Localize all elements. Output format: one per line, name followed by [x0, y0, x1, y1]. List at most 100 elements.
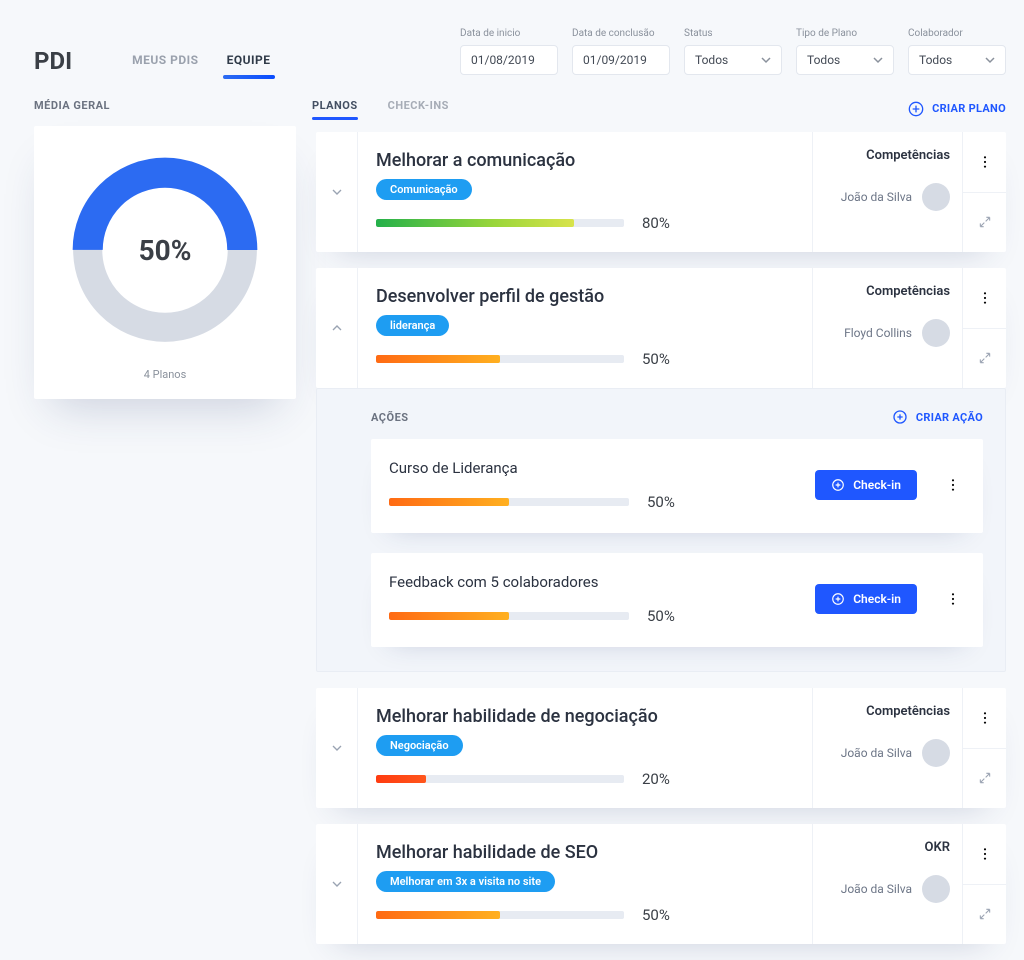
plan-card: Melhorar habilidade de negociação Negoci… — [316, 688, 1006, 808]
avatar — [922, 739, 950, 767]
avatar — [922, 183, 950, 211]
progress-pct: 50% — [642, 906, 670, 924]
filter-value: Todos — [919, 53, 952, 67]
filter-status: Status Todos — [684, 28, 782, 75]
progress-fill — [389, 612, 509, 620]
side-label: Competências — [866, 704, 950, 719]
progress-bar — [376, 775, 624, 783]
nav-tabs: MEUS PDIS EQUIPE — [132, 53, 270, 75]
progress-pct: 80% — [642, 214, 670, 232]
checkin-button[interactable]: Check-in — [815, 470, 917, 500]
plan-tag: Comunicação — [376, 179, 472, 200]
plan-card: Melhorar a comunicação Comunicação 80% C… — [316, 132, 1006, 252]
expand-button[interactable] — [963, 192, 1006, 253]
toggle-button[interactable] — [316, 688, 358, 808]
checkin-label: Check-in — [853, 592, 901, 606]
plan-tag: Melhorar em 3x a visita no site — [376, 871, 555, 892]
actions-panel: AÇÕES CRIAR AÇÃO Curso de Liderança 50% — [316, 388, 1006, 672]
filter-label: Colaborador — [908, 28, 1006, 39]
user-row: João da Silva — [841, 875, 950, 903]
end-date-input[interactable]: 01/09/2019 — [572, 45, 670, 75]
actions-heading: AÇÕES — [371, 411, 409, 424]
page-title: PDI — [34, 47, 72, 75]
user-name: João da Silva — [841, 882, 912, 896]
more-button[interactable] — [963, 132, 1006, 192]
status-select[interactable]: Todos — [684, 45, 782, 75]
filter-value: Todos — [807, 53, 840, 67]
donut-subtext: 4 Planos — [56, 368, 274, 381]
plan-title: Desenvolver perfil de gestão — [376, 286, 794, 307]
chevron-down-icon — [985, 55, 995, 65]
filter-end-date: Data de conclusão 01/09/2019 — [572, 28, 670, 75]
user-name: João da Silva — [841, 190, 912, 204]
tab-meus-pdis[interactable]: MEUS PDIS — [132, 53, 198, 75]
subtab-checkins[interactable]: CHECK-INS — [388, 99, 449, 118]
progress-fill — [376, 219, 574, 227]
more-button[interactable] — [941, 591, 965, 607]
avatar — [922, 319, 950, 347]
checkin-button[interactable]: Check-in — [815, 584, 917, 614]
more-button[interactable] — [941, 477, 965, 493]
progress-fill — [376, 355, 500, 363]
colaborador-select[interactable]: Todos — [908, 45, 1006, 75]
side-label: OKR — [925, 840, 950, 855]
donut-value: 50% — [63, 148, 267, 352]
progress-fill — [376, 775, 426, 783]
progress-fill — [389, 498, 509, 506]
toggle-button[interactable] — [316, 268, 358, 388]
progress-pct: 50% — [647, 607, 675, 625]
sub-tabs: PLANOS CHECK-INS CRIAR PLANO — [312, 99, 1006, 118]
toggle-button[interactable] — [316, 132, 358, 252]
section-label: MÉDIA GERAL — [34, 99, 296, 112]
expand-button[interactable] — [963, 748, 1006, 809]
progress-bar — [376, 219, 624, 227]
subtab-planos[interactable]: PLANOS — [312, 99, 358, 118]
side-label: Competências — [866, 148, 950, 163]
tab-equipe[interactable]: EQUIPE — [227, 53, 271, 75]
filter-colaborador: Colaborador Todos — [908, 28, 1006, 75]
progress-pct: 50% — [647, 493, 675, 511]
average-card: 50% 4 Planos — [34, 126, 296, 399]
expand-button[interactable] — [963, 884, 1006, 945]
user-name: João da Silva — [841, 746, 912, 760]
action-card: Curso de Liderança 50% Check-in — [371, 439, 983, 533]
donut-chart: 50% — [63, 148, 267, 352]
filter-label: Status — [684, 28, 782, 39]
create-action-button[interactable]: CRIAR AÇÃO — [892, 409, 983, 425]
filter-label: Data de conclusão — [572, 28, 670, 39]
expand-button[interactable] — [963, 328, 1006, 389]
plan-card: Desenvolver perfil de gestão liderança 5… — [316, 268, 1006, 388]
filter-tipo: Tipo de Plano Todos — [796, 28, 894, 75]
more-button[interactable] — [963, 688, 1006, 748]
plan-title: Melhorar habilidade de SEO — [376, 842, 794, 863]
filter-value: Todos — [695, 53, 728, 67]
more-button[interactable] — [963, 824, 1006, 884]
checkin-label: Check-in — [853, 478, 901, 492]
user-row: João da Silva — [841, 739, 950, 767]
plus-circle-icon — [831, 478, 845, 492]
filter-value: 01/09/2019 — [583, 53, 647, 67]
filter-value: 01/08/2019 — [471, 53, 535, 67]
action-title: Feedback com 5 colaboradores — [389, 573, 791, 591]
plus-circle-icon — [831, 592, 845, 606]
plan-tag: Negociação — [376, 735, 463, 756]
progress-fill — [376, 911, 500, 919]
progress-bar — [389, 498, 629, 506]
progress-pct: 20% — [642, 770, 670, 788]
filter-label: Tipo de Plano — [796, 28, 894, 39]
sidebar: MÉDIA GERAL 50% 4 Planos — [34, 99, 296, 960]
create-plan-label: CRIAR PLANO — [932, 102, 1006, 115]
toggle-button[interactable] — [316, 824, 358, 944]
avatar — [922, 875, 950, 903]
create-plan-button[interactable]: CRIAR PLANO — [908, 101, 1006, 117]
tipo-select[interactable]: Todos — [796, 45, 894, 75]
progress-pct: 50% — [642, 350, 670, 368]
more-button[interactable] — [963, 268, 1006, 328]
filter-start-date: Data de inicio 01/08/2019 — [460, 28, 558, 75]
plus-circle-icon — [908, 101, 924, 117]
progress-bar — [376, 355, 624, 363]
start-date-input[interactable]: 01/08/2019 — [460, 45, 558, 75]
filters: Data de inicio 01/08/2019 Data de conclu… — [460, 28, 1006, 75]
user-row: João da Silva — [841, 183, 950, 211]
progress-bar — [376, 911, 624, 919]
